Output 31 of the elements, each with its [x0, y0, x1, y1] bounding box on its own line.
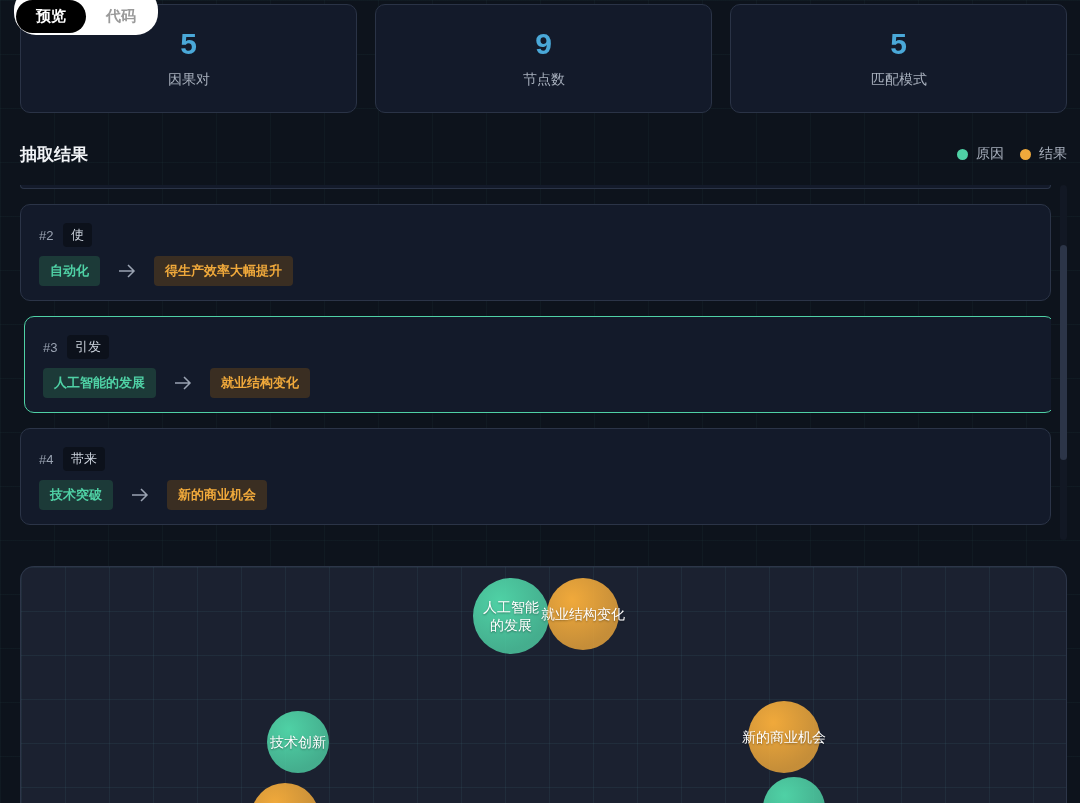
cause-tag: 人工智能的发展	[43, 368, 156, 398]
result-card[interactable]: #2 使 自动化 得生产效率大幅提升	[20, 204, 1051, 301]
stat-value: 5	[890, 28, 907, 59]
stat-value: 9	[535, 28, 552, 59]
connective-tag: 使	[63, 223, 93, 247]
scrollbar[interactable]	[1060, 185, 1067, 540]
arrow-icon	[118, 264, 136, 278]
effect-tag: 得生产效率大幅提升	[154, 256, 293, 286]
arrow-icon	[174, 376, 192, 390]
pair-number: #4	[39, 451, 54, 467]
section-title: 抽取结果	[20, 143, 88, 166]
cause-tag: 技术突破	[39, 480, 113, 510]
node-label: 人工智能的发展	[482, 597, 540, 635]
effect-tag: 就业结构变化	[210, 368, 310, 398]
stat-label: 节点数	[522, 70, 565, 89]
stat-value: 5	[180, 28, 197, 59]
stat-label: 匹配模式	[870, 70, 927, 89]
arrow-icon	[131, 488, 149, 502]
result-card[interactable]: #3 引发 人工智能的发展 就业结构变化	[24, 316, 1051, 413]
cause-tag: 自动化	[39, 256, 100, 286]
connective-tag: 带来	[63, 447, 106, 471]
legend-label: 原因	[976, 145, 1004, 163]
connective-tag: 引发	[67, 335, 110, 359]
legend-label: 结果	[1039, 145, 1067, 163]
view-tab[interactable]: 预览	[16, 0, 86, 33]
result-card[interactable]: #4 带来 技术突破 新的商业机会	[20, 428, 1051, 525]
node-label: 技术创新	[270, 732, 326, 752]
pair-number: #3	[43, 339, 58, 355]
effect-tag: 新的商业机会	[167, 480, 267, 510]
stat-label: 因果对	[167, 70, 210, 89]
pair-number: #2	[39, 227, 54, 243]
